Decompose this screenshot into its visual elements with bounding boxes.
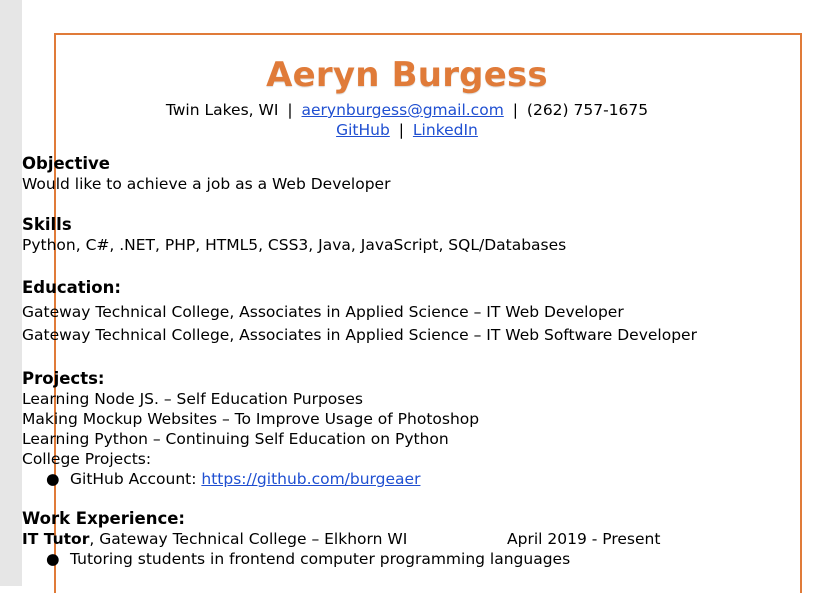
job-bullet: ● Tutoring students in frontend computer…	[22, 549, 767, 569]
job-title: IT Tutor	[22, 530, 90, 548]
github-account-bullet: ● GitHub Account: https://github.com/bur…	[22, 469, 767, 489]
work-heading: Work Experience:	[22, 509, 186, 528]
job-employer: , Gateway Technical College – Elkhorn WI	[89, 530, 408, 548]
profile-links-line: GitHub | LinkedIn	[47, 120, 767, 140]
objective-text: Would like to achieve a job as a Web Dev…	[22, 175, 391, 193]
separator: |	[512, 101, 518, 119]
objective-heading: Objective	[22, 154, 110, 173]
email-link[interactable]: aerynburgess@gmail.com	[302, 101, 504, 119]
education-item: Gateway Technical College, Associates in…	[22, 303, 624, 321]
project-item: College Projects:	[22, 450, 152, 468]
job-row: IT Tutor, Gateway Technical College – El…	[22, 529, 767, 549]
location: Twin Lakes, WI	[165, 101, 279, 119]
project-item: Learning Node JS. – Self Education Purpo…	[22, 390, 363, 408]
skills-text: Python, C#, .NET, PHP, HTML5, CSS3, Java…	[22, 236, 567, 254]
app-left-margin	[0, 0, 22, 586]
bullet-icon: ●	[46, 470, 60, 488]
education-heading: Education:	[22, 278, 121, 297]
projects-heading: Projects:	[22, 369, 105, 388]
github-link[interactable]: GitHub	[336, 121, 390, 139]
project-item: Making Mockup Websites – To Improve Usag…	[22, 410, 480, 428]
phone: (262) 757-1675	[526, 101, 649, 119]
github-account-link[interactable]: https://github.com/burgeaer	[201, 470, 420, 488]
skills-heading: Skills	[22, 215, 72, 234]
resume-content: Aeryn Burgess Twin Lakes, WI | aerynburg…	[22, 55, 767, 569]
resume-name: Aeryn Burgess	[266, 55, 548, 95]
job-bullet-text: Tutoring students in frontend computer p…	[70, 550, 571, 568]
separator: |	[287, 101, 293, 119]
github-account-label: GitHub Account:	[70, 470, 202, 488]
education-item: Gateway Technical College, Associates in…	[22, 326, 697, 344]
project-item: Learning Python – Continuing Self Educat…	[22, 430, 449, 448]
separator: |	[398, 121, 404, 139]
contact-line: Twin Lakes, WI | aerynburgess@gmail.com …	[47, 100, 767, 120]
job-dates: April 2019 - Present	[507, 530, 661, 548]
linkedin-link[interactable]: LinkedIn	[413, 121, 478, 139]
bullet-icon: ●	[46, 550, 60, 568]
